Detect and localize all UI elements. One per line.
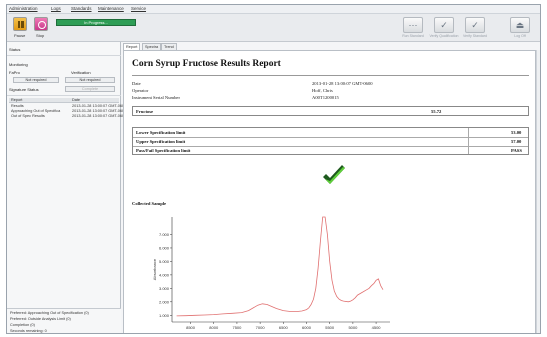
report-pane: Corn Syrup Fructose Results Report Date … <box>123 50 536 333</box>
lower-spec-value: 53.00 <box>511 130 522 135</box>
menu-maintenance[interactable]: Maintenance <box>98 6 124 11</box>
y-tick-label: 6.000 <box>159 245 170 250</box>
y-tick-label: 5.000 <box>159 259 170 264</box>
y-tick-label: 3.000 <box>159 286 170 291</box>
report-vertical-scrollbar[interactable] <box>536 50 540 333</box>
pass-checkmark-icon <box>323 165 345 184</box>
status-section-label: Status <box>9 47 21 52</box>
y-tick-label: 2.000 <box>159 299 170 304</box>
fapro-label: FaPro <box>9 70 20 75</box>
spectrum-chart: 1.000 2.000 3.000 4.000 5.000 6.000 7.000 8500 8… <box>152 216 390 330</box>
progress-status-bar: In Progress... <box>56 19 136 26</box>
verify-standard-label: Verify Standard <box>463 34 487 38</box>
report-date-cell: 2013-01-28 13:00:07 GMT-0600 <box>72 114 127 118</box>
tab-trend[interactable]: Trend <box>161 43 177 50</box>
date-value: 2013-01-28 13:00:07 GMT-0600 <box>312 81 373 86</box>
y-tick-label: 1.000 <box>159 313 170 318</box>
x-tick-label: 8500 <box>186 325 196 330</box>
y-tick-label: 7.000 <box>159 232 170 237</box>
report-title: Corn Syrup Fructose Results Report <box>132 59 281 69</box>
menu-administration[interactable]: Administration <box>9 6 38 11</box>
operator-label: Operator <box>132 88 149 93</box>
y-tick-label: 4.000 <box>159 272 170 277</box>
tab-spectra[interactable]: Spectra <box>142 43 162 50</box>
fructose-value: 55.72 <box>431 109 442 114</box>
x-tick-label: 6000 <box>302 325 312 330</box>
verify-qualification-button[interactable]: ✓ <box>434 17 454 33</box>
serial-number-label: Instrument Serial Number <box>132 95 180 100</box>
stop-button[interactable] <box>34 17 48 31</box>
verify-qualification-label: Verify Qualification <box>429 34 459 38</box>
fructose-label: Fructose <box>136 109 154 114</box>
x-tick-label: 4500 <box>372 325 382 330</box>
y-axis-label: Absorbance <box>152 258 157 280</box>
menu-bar: Administration Logs Standards Maintenance Se… <box>7 5 540 14</box>
verification-required-button[interactable]: Not required <box>65 77 115 83</box>
footer-line-3: Completion (0) <box>10 323 35 327</box>
specification-table: Lower Specification limit 53.00 Upper Sp… <box>132 127 529 155</box>
x-tick-label: 8000 <box>209 325 219 330</box>
spectrum-series-line <box>176 216 384 317</box>
date-column-header: Date <box>72 98 81 102</box>
verify-standard-button[interactable]: ✓ <box>465 17 485 33</box>
toolbar: Pause Stop In Progress... ⋯ Run Standard ✓… <box>7 14 540 42</box>
footer-line-1: Preferred: Approaching Out of Specificat… <box>10 311 89 315</box>
fapro-required-button[interactable]: Not required <box>13 77 59 83</box>
run-standard-label: Run Standard <box>402 34 424 38</box>
table-row[interactable]: Out of Spec Results 2013-01-28 13:00:07 G… <box>9 114 126 119</box>
tab-report[interactable]: Report <box>123 43 141 50</box>
collected-sample-label: Collected Sample <box>132 201 167 206</box>
monitoring-section-label: Monitoring <box>9 62 28 67</box>
run-standard-button[interactable]: ⋯ <box>403 17 423 33</box>
x-tick-label: 6500 <box>279 325 289 330</box>
log-off-label: Log Off <box>514 34 526 38</box>
pass-fail-value: PASS <box>511 148 522 153</box>
signature-status-label: Signature Status <box>9 87 39 92</box>
operator-value: Hoff, Chris <box>312 88 333 93</box>
pause-button[interactable] <box>13 17 27 31</box>
footer-line-2: Preferred: Outside Analysis Limit (0) <box>10 317 71 321</box>
x-tick-label: 5500 <box>325 325 335 330</box>
result-box: Fructose 55.72 <box>132 106 529 116</box>
menu-logs[interactable]: Logs <box>51 6 61 11</box>
x-tick-label: 5000 <box>348 325 358 330</box>
log-off-button[interactable]: ⏏ <box>510 17 530 33</box>
application-window: Administration Logs Standards Maintenance Se… <box>6 4 541 334</box>
upper-spec-value: 57.00 <box>511 139 522 144</box>
report-column-header: Report <box>11 98 23 102</box>
serial-number-value: A00T1200015 <box>312 95 339 100</box>
menu-service[interactable]: Service <box>131 6 146 11</box>
report-name-cell: Out of Spec Results <box>11 114 45 118</box>
lower-spec-label: Lower Specification limit <box>136 130 186 135</box>
pass-fail-label: Pass/Fail Specification limit <box>136 148 191 153</box>
menu-standards[interactable]: Standards <box>71 6 92 11</box>
left-panel-footer: Preferred: Approaching Out of Specificat… <box>7 308 121 333</box>
left-status-panel: Status Monitoring FaPro Verification Not… <box>7 42 126 333</box>
x-tick-label: 7000 <box>256 325 266 330</box>
report-table-header: Report Date <box>9 98 119 103</box>
footer-line-4: Seconds remaining: 0 <box>10 329 47 333</box>
pause-label: Pause <box>14 33 26 38</box>
upper-spec-label: Upper Specification limit <box>136 139 186 144</box>
verification-label: Verification <box>71 70 91 75</box>
signature-complete-button[interactable]: Complete <box>65 86 115 92</box>
date-label: Date <box>132 81 141 86</box>
x-tick-label: 7500 <box>232 325 242 330</box>
stop-label: Stop <box>36 33 45 38</box>
